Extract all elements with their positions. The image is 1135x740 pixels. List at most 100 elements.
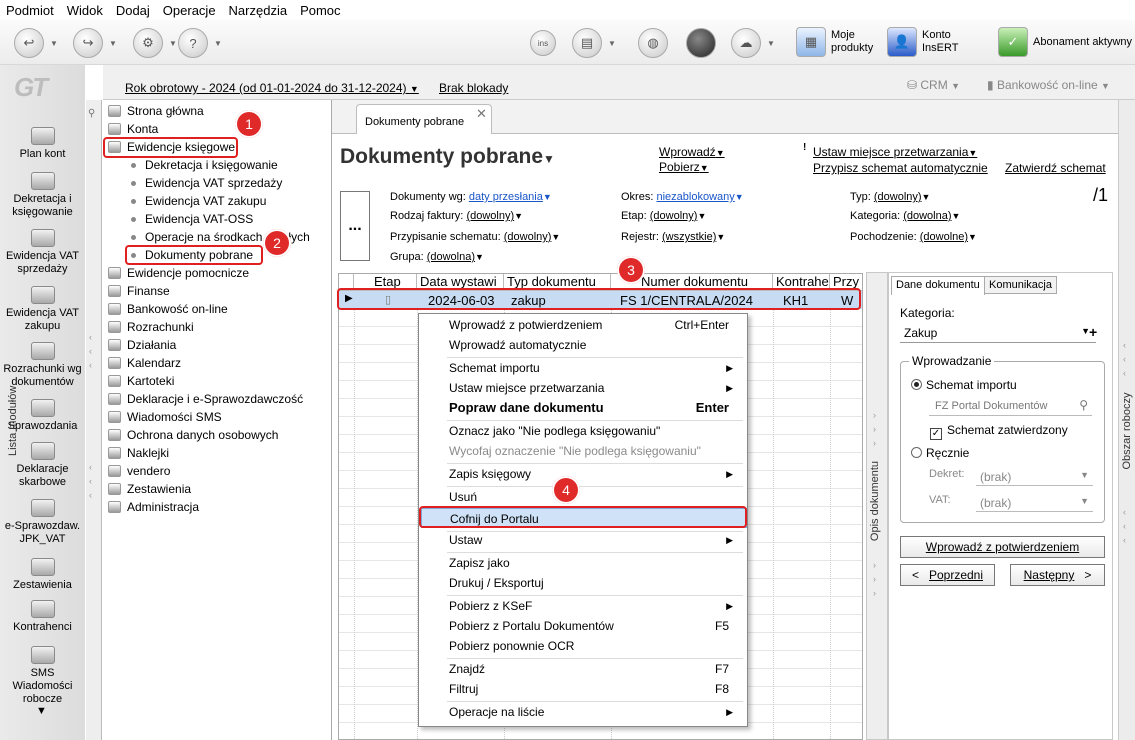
moje-produkty-button[interactable]: ▦ Moje produkty — [796, 27, 879, 57]
wprowadz-potwierdzeniem-button[interactable]: Wprowadź z potwierdzeniem — [900, 536, 1105, 558]
module-rozrachunki[interactable]: Rozrachunki — [108, 320, 194, 334]
subitem-vat-zakupu[interactable]: Ewidencja VAT zakupu — [131, 194, 266, 208]
filter-przypisanie[interactable]: Przypisanie schematu: (dowolny)▼ — [390, 231, 560, 243]
menu-item-filtruj[interactable]: Filtruj F8 — [449, 679, 739, 699]
module-zestawienia[interactable]: Zestawienia — [108, 482, 191, 496]
menu-item-zapisz-jako[interactable]: Zapisz jako — [449, 553, 739, 573]
more-options-button[interactable]: ... — [340, 191, 370, 261]
menu-pomoc[interactable]: Pomoc — [300, 3, 340, 18]
menu-narzedzia[interactable]: Narzędzia — [229, 3, 288, 18]
subitem-vat-oss[interactable]: Ewidencja VAT-OSS — [131, 212, 253, 226]
module-naklejki[interactable]: Naklejki — [108, 446, 169, 460]
module-finanse[interactable]: Finanse — [108, 284, 170, 298]
crm-button[interactable]: ⛁ CRM ▼ — [907, 78, 960, 92]
menu-item-ustaw-miejsce[interactable]: Ustaw miejsce przetwarzania ▶ — [449, 378, 739, 398]
menu-item-znajdz[interactable]: Znajdź F7 — [449, 659, 739, 679]
menu-item-oznacz-nie-podlega[interactable]: Oznacz jako "Nie podlega księgowaniu" — [449, 421, 739, 441]
subitem-dekretacja[interactable]: Dekretacja i księgowanie — [131, 158, 278, 172]
menu-item-usun[interactable]: Usuń — [449, 487, 739, 507]
module-konta[interactable]: Konta — [108, 122, 158, 136]
filter-rejestr[interactable]: Rejestr: (wszystkie)▼ — [621, 231, 725, 243]
forward-button[interactable]: ↪ ▼ — [73, 28, 117, 58]
close-icon[interactable]: ✕ — [476, 106, 487, 122]
module-vendero[interactable]: vendero — [108, 464, 170, 478]
filter-kategoria[interactable]: Kategoria: (dowolna)▼ — [850, 210, 960, 222]
rail-item-kontrahenci[interactable]: Kontrahenci — [0, 600, 85, 634]
module-administracja[interactable]: Administracja — [108, 500, 199, 514]
filter-grupa[interactable]: Grupa: (dowolna)▼ — [390, 251, 484, 263]
radio-schemat-importu[interactable]: Schemat importu — [911, 378, 1017, 392]
filter-etap[interactable]: Etap: (dowolny)▼ — [621, 210, 706, 222]
wprowadz-dropdown[interactable]: Wprowadź▼ — [659, 145, 725, 159]
menu-item-schemat-importu[interactable]: Schemat importu ▶ — [449, 358, 739, 378]
rail-item-dekretacja[interactable]: Dekretacja i księgowanie — [0, 172, 85, 219]
rail-item-sms[interactable]: SMS Wiadomości robocze — [0, 646, 85, 706]
rail-item-vat-zakupu[interactable]: Ewidencja VAT zakupu — [0, 286, 85, 333]
schemat-importu-field[interactable]: FZ Portal Dokumentów ⚲ — [929, 396, 1092, 416]
menu-item-popraw-dane[interactable]: Popraw dane dokumentu Enter — [449, 398, 739, 418]
add-icon[interactable]: + — [1089, 324, 1097, 340]
menu-widok[interactable]: Widok — [67, 3, 103, 18]
pin-icon[interactable]: ⚲ — [88, 108, 95, 119]
nastepny-button[interactable]: Następny > — [1010, 564, 1105, 586]
schemat-zatwierdzony-checkbox[interactable]: ✓ Schemat zatwierdzony — [930, 423, 1068, 440]
help-button[interactable]: ? ▼ — [178, 28, 222, 58]
box-button[interactable] — [686, 28, 716, 58]
module-deklaracje[interactable]: Deklaracje i e-Sprawozdawczość — [108, 392, 303, 406]
menu-podmiot[interactable]: Podmiot — [6, 3, 54, 18]
filter-pochodzenie[interactable]: Pochodzenie: (dowolne)▼ — [850, 231, 977, 243]
pobierz-dropdown[interactable]: Pobierz▼ — [659, 160, 709, 174]
menu-item-pobierz-ksef[interactable]: Pobierz z KSeF ▶ — [449, 596, 739, 616]
filter-okres[interactable]: Okres: niezablokowany▼ — [621, 191, 744, 203]
menu-item-drukuj-eksportuj[interactable]: Drukuj / Eksportuj — [449, 573, 739, 593]
back-button[interactable]: ↩ ▼ — [14, 28, 58, 58]
menu-item-pobierz-ocr[interactable]: Pobierz ponownie OCR — [449, 636, 739, 656]
konto-insert-button[interactable]: 👤 Konto InsERT — [887, 27, 970, 57]
filter-dokumenty-wg[interactable]: Dokumenty wg: daty przesłania▼ — [390, 191, 552, 203]
tab-dokumenty-pobrane[interactable]: Dokumenty pobrane — [356, 104, 492, 135]
tools-button[interactable]: ⚙ ▼ — [133, 28, 177, 58]
ins-button[interactable]: ins — [530, 30, 556, 56]
rail-item-plan-kont[interactable]: Plan kont — [0, 127, 85, 161]
tab-komunikacja[interactable]: Komunikacja — [984, 276, 1057, 294]
subitem-vat-sprzedazy[interactable]: Ewidencja VAT sprzedaży — [131, 176, 282, 190]
documents-button[interactable]: ▤ ▼ — [572, 28, 616, 58]
module-strona-glowna[interactable]: Strona główna — [108, 104, 204, 118]
blokada-link[interactable]: Brak blokady — [439, 81, 508, 95]
menu-item-pobierz-portal[interactable]: Pobierz z Portalu Dokumentów F5 — [449, 616, 739, 636]
filter-rodzaj-faktury[interactable]: Rodzaj faktury: (dowolny)▼ — [390, 210, 523, 222]
abonament-button[interactable]: ✓ Abonament aktywny — [998, 27, 1133, 57]
page-title[interactable]: Dokumenty pobrane▼ — [340, 145, 555, 169]
module-ochrona-danych[interactable]: Ochrona danych osobowych — [108, 428, 278, 442]
expand-chevrons-icon[interactable]: › › › — [873, 558, 876, 600]
kategoria-select[interactable]: Zakup ▼ — [900, 323, 1096, 343]
module-dzialania[interactable]: Działania — [108, 338, 176, 352]
menu-dodaj[interactable]: Dodaj — [116, 3, 150, 18]
rok-obrotowy-dropdown[interactable]: Rok obrotowy - 2024 (od 01-01-2024 do 31… — [125, 81, 419, 95]
module-wiadomosci-sms[interactable]: Wiadomości SMS — [108, 410, 222, 424]
collapse-chevrons-icon[interactable]: ‹ ‹ ‹ — [89, 460, 92, 502]
menu-item-zapis-ksiegowy[interactable]: Zapis księgowy ▶ — [449, 464, 739, 484]
menu-item-ustaw[interactable]: Ustaw ▶ — [449, 530, 739, 550]
rail-scroll-down-icon[interactable]: ▼ — [36, 705, 47, 717]
przypisz-schemat-link[interactable]: Przypisz schemat automatycznie — [813, 161, 988, 175]
globe-button[interactable]: ◍ — [638, 28, 668, 58]
menu-item-operacje-na-liscie[interactable]: Operacje na liście ▶ — [449, 702, 739, 722]
menu-item-wprowadz-potwierdzeniem[interactable]: Wprowadź z potwierdzeniem Ctrl+Enter — [449, 315, 739, 335]
bankowosc-button[interactable]: ▮ Bankowość on-line ▼ — [987, 78, 1110, 92]
module-ewidencje-pomocnicze[interactable]: Ewidencje pomocnicze — [108, 266, 249, 280]
menu-operacje[interactable]: Operacje — [163, 3, 216, 18]
rail-item-jpk-vat[interactable]: e-Sprawozdaw. JPK_VAT — [0, 499, 85, 546]
expand-chevrons-icon[interactable]: ‹ ‹ ‹ — [1123, 505, 1126, 547]
zatwierdz-schemat-link[interactable]: Zatwierdź schemat — [1005, 161, 1106, 175]
rail-item-vat-sprzedazy[interactable]: Ewidencja VAT sprzedaży — [0, 229, 85, 276]
poprzedni-button[interactable]: < Poprzedni — [900, 564, 995, 586]
cloud-button[interactable]: ☁ ▼ — [731, 28, 775, 58]
tab-dane-dokumentu[interactable]: Dane dokumentu — [891, 276, 985, 295]
expand-chevrons-icon[interactable]: ‹ ‹ ‹ — [1123, 338, 1126, 380]
module-kalendarz[interactable]: Kalendarz — [108, 356, 181, 370]
rail-item-rozrachunki[interactable]: Rozrachunki wg dokumentów — [0, 342, 85, 389]
rail-item-zestawienia[interactable]: Zestawienia — [0, 558, 85, 592]
search-icon[interactable]: ⚲ — [1079, 398, 1088, 412]
ustaw-miejsce-dropdown[interactable]: Ustaw miejsce przetwarzania▼ — [813, 145, 977, 159]
